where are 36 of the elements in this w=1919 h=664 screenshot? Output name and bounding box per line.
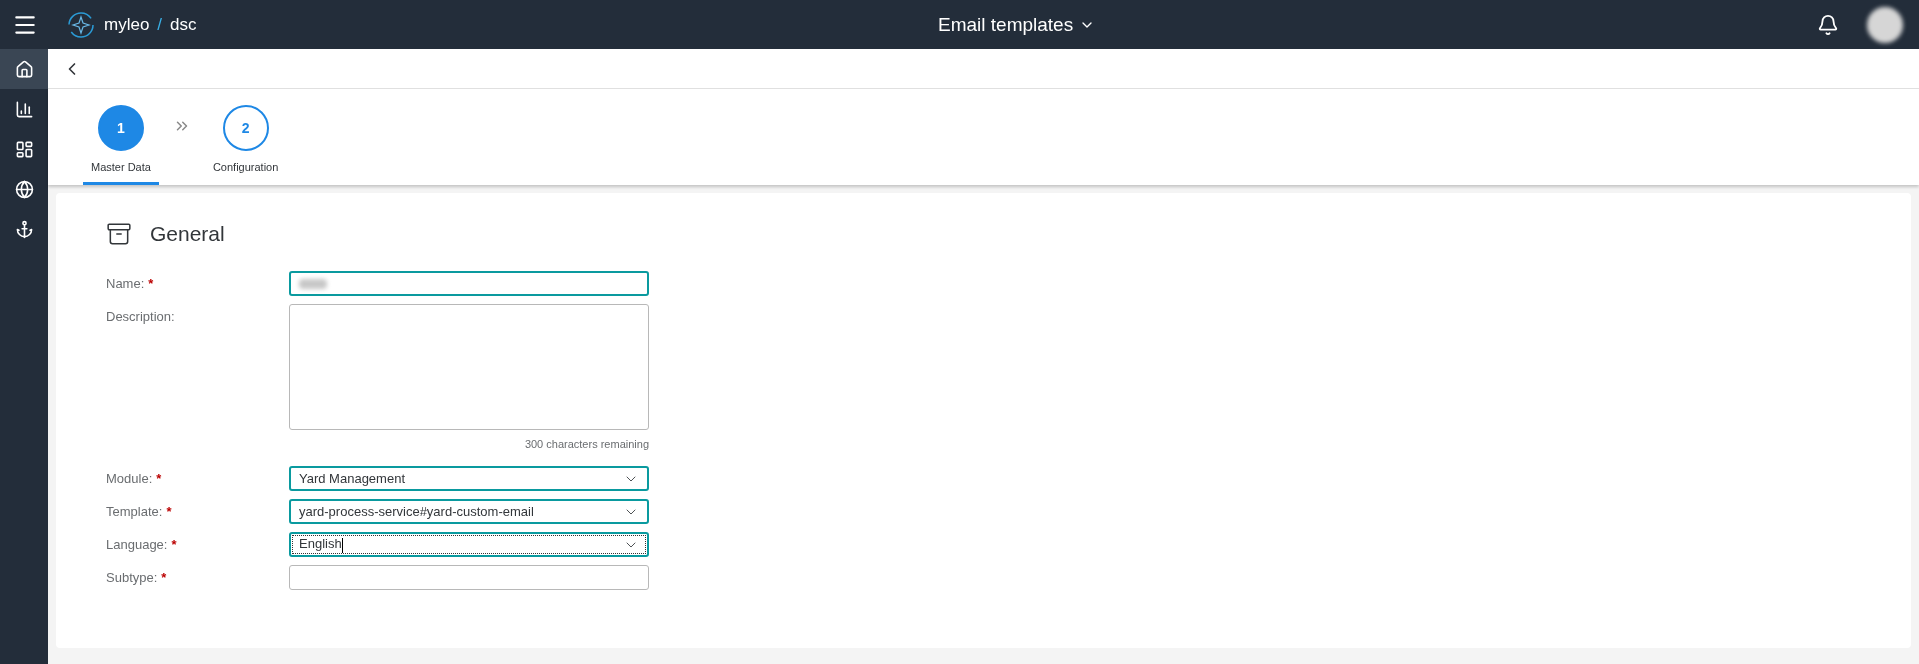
notification-icon[interactable] xyxy=(1817,13,1839,36)
avatar[interactable] xyxy=(1867,6,1903,43)
required-mark: * xyxy=(161,570,167,585)
field-label: Subtype: xyxy=(106,570,158,585)
logo-icon xyxy=(66,9,96,40)
section-title: General xyxy=(150,222,225,246)
required-mark: * xyxy=(166,504,172,519)
select-field[interactable]: yard-process-service#yard-custom-email xyxy=(289,499,649,524)
brand-name: myleo xyxy=(104,14,150,35)
required-mark: * xyxy=(171,537,177,552)
redacted-mark xyxy=(299,278,327,289)
field-label: Template: xyxy=(106,504,163,519)
required-mark: * xyxy=(156,471,162,486)
input-field[interactable] xyxy=(289,565,649,590)
select-field[interactable]: Yard Management xyxy=(289,466,649,491)
description-field[interactable] xyxy=(289,304,649,430)
home-icon xyxy=(14,59,34,79)
dashboard-icon xyxy=(14,139,34,159)
brand-suffix: dsc xyxy=(170,14,197,35)
input-field[interactable] xyxy=(289,271,649,296)
globe-icon xyxy=(14,179,34,199)
field-label: Module: xyxy=(106,471,153,486)
page-title-menu[interactable]: Email templates xyxy=(932,12,1102,37)
field-label: Language: xyxy=(106,537,168,552)
field-label: Name: xyxy=(106,276,145,291)
anchor-icon xyxy=(14,219,34,239)
sidebar-item[interactable] xyxy=(0,49,48,89)
wizard-step[interactable]: 2 Configuration xyxy=(204,89,287,185)
archive-icon xyxy=(106,221,132,247)
wizard-step[interactable]: 1 Master Data xyxy=(83,89,159,185)
select-field[interactable]: English xyxy=(289,532,649,557)
brand-separator: / xyxy=(157,14,163,35)
field-label: Description: xyxy=(106,309,175,324)
character-counter: 300 characters remaining xyxy=(523,438,649,450)
chart-icon xyxy=(14,99,34,119)
required-mark: * xyxy=(148,276,154,291)
